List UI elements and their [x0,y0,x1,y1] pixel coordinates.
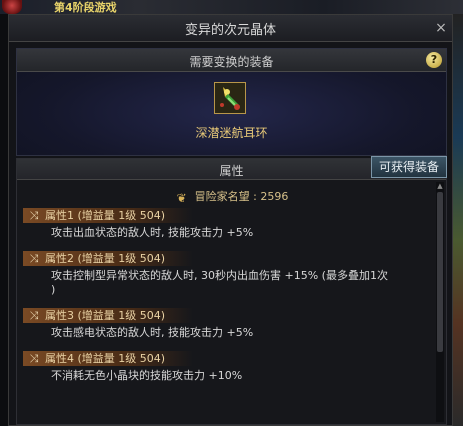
option-2-desc-line2: ) [51,283,56,296]
equipment-panel: 需要变换的装备 ? 深潜迷航耳环 [16,48,447,156]
shuffle-icon: ⤨ [29,209,39,222]
option-4-name: 属性4 (增益量 1级 504) [45,352,166,365]
window-title: 变异的次元晶体 [184,23,276,38]
item-slot[interactable] [214,82,246,114]
item-name: 深潜迷航耳环 [195,126,268,140]
option-2-desc-line1: 攻击控制型异常状态的敌人时, 30秒内出血伤害 +15% (最多叠加1次 [51,269,388,282]
background-right-strip [453,14,463,426]
fame-icon: ❦ [176,191,187,205]
adventurer-fame: ❦ 冒险家名望 : 2596 [17,188,446,204]
help-icon[interactable]: ? [426,52,442,68]
option-4-desc: 不消耗无色小晶块的技能攻击力 +10% [51,369,243,382]
obtainable-equipment-button[interactable]: 可获得装备 [371,156,447,178]
option-3-name: 属性3 (增益量 1级 504) [45,309,166,322]
option-3-bar: ⤨ 属性3 (增益量 1级 504) [23,308,193,323]
option-1-name: 属性1 (增益量 1级 504) [45,209,166,222]
shuffle-icon: ⤨ [29,352,39,365]
background-text: 第4阶段游戏 [54,1,117,14]
close-icon[interactable]: × [434,21,448,35]
fame-label: 冒险家名望 : 2596 [194,190,289,203]
background-avatar [2,0,22,14]
equipment-title: 需要变换的装备 [189,55,274,69]
option-3-desc: 攻击感电状态的敌人时, 技能攻击力 +5% [51,326,254,339]
window-titlebar[interactable]: 变异的次元晶体 × [9,15,452,42]
attributes-header: 属性 可获得装备 [17,156,447,180]
option-2-bar: ⤨ 属性2 (增益量 1级 504) [23,251,193,266]
option-4-bar: ⤨ 属性4 (增益量 1级 504) [23,351,193,366]
earring-icon [215,83,245,113]
equipment-header: 需要变换的装备 ? [17,49,446,72]
attributes-panel: 属性 可获得装备 ▲ ❦ 冒险家名望 : 2596 ⤨ 属性1 (增益量 1级 5… [16,156,447,425]
shuffle-icon: ⤨ [29,252,39,265]
option-2-name: 属性2 (增益量 1级 504) [45,252,166,265]
background-game-strip: 第4阶段游戏 [0,0,463,14]
shuffle-icon: ⤨ [29,309,39,322]
scroll-thumb[interactable] [437,192,443,352]
option-1-desc: 攻击出血状态的敌人时, 技能攻击力 +5% [51,226,254,239]
option-1-bar: ⤨ 属性1 (增益量 1级 504) [23,208,193,223]
scrollbar[interactable]: ▲ [436,182,444,422]
crystal-window: 变异的次元晶体 × 需要变换的装备 ? 深潜迷航耳环 属性 可获得装备 ▲ ❦ … [8,14,453,426]
